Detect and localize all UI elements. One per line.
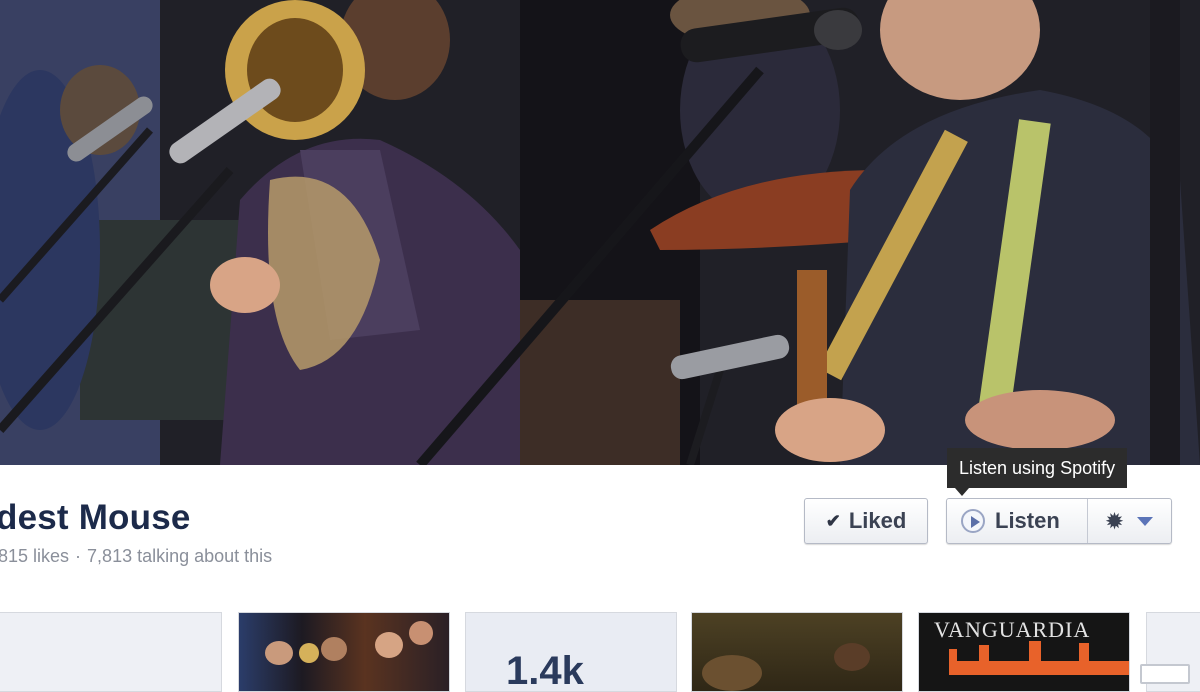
watermark: VANGUARDIA xyxy=(934,617,1091,642)
box-icon xyxy=(1140,664,1190,684)
play-icon xyxy=(961,509,985,533)
page-title: dest Mouse xyxy=(0,498,191,537)
thumbnail-likes[interactable]: 1.4k xyxy=(465,612,677,692)
spotify-tooltip: Listen using Spotify xyxy=(947,448,1128,496)
page-stats: 815 likes · 7,813 talking about this xyxy=(0,546,272,567)
settings-dropdown-button[interactable]: ✹ xyxy=(1088,499,1171,543)
listen-button[interactable]: Listen xyxy=(947,499,1088,543)
check-icon: ✔ xyxy=(825,510,841,531)
listen-button-group: Listen ✹ xyxy=(946,498,1172,544)
videos-thumbnail-image xyxy=(702,643,870,691)
likes-count: 815 likes xyxy=(0,546,70,566)
cover-photo xyxy=(0,0,1200,465)
listen-label: Listen xyxy=(995,508,1060,533)
liked-label: Liked xyxy=(848,508,907,533)
photos-thumbnail-image xyxy=(265,621,433,665)
likes-stat: 1.4k xyxy=(506,649,584,692)
thumbnail-videos[interactable] xyxy=(691,612,903,692)
thumbnail-about[interactable] xyxy=(0,612,222,692)
cover-photo-illustration xyxy=(0,0,1200,465)
gear-icon: ✹ xyxy=(1106,510,1123,533)
talking-about-count: 7,813 talking about this xyxy=(87,546,273,566)
stats-separator: · xyxy=(75,546,82,566)
chevron-down-icon xyxy=(1136,516,1153,526)
liked-button[interactable]: ✔ Liked xyxy=(804,498,928,544)
thumbnail-photos[interactable] xyxy=(238,612,450,692)
